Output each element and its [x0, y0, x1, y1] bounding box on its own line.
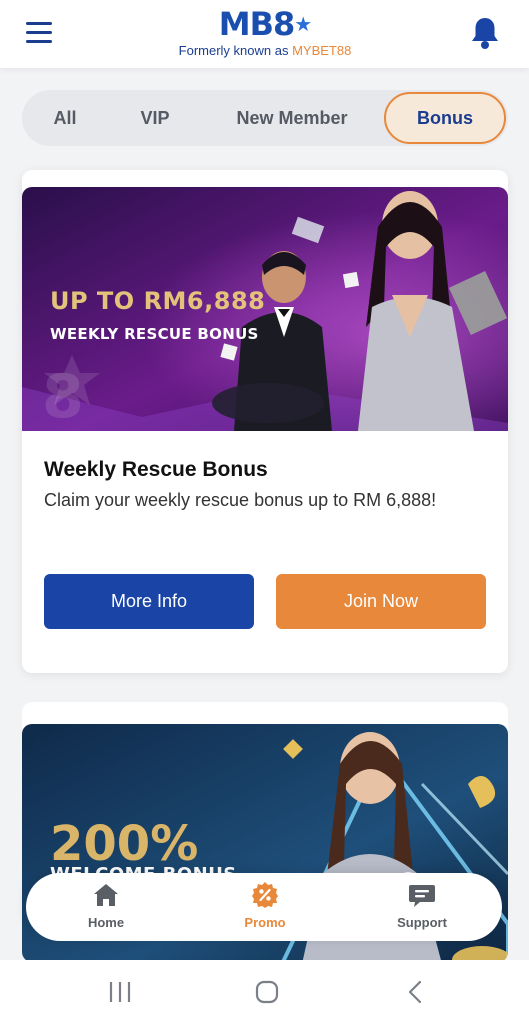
home-icon	[94, 884, 118, 906]
brand-tagline: Formerly known as MYBET88	[178, 43, 352, 58]
banner-subtitle: WEEKLY RESCUE BONUS	[50, 325, 259, 343]
promo-filter-tabs: All VIP New Member Bonus	[22, 90, 508, 146]
tab-all[interactable]: All	[40, 90, 90, 146]
tab-vip[interactable]: VIP	[122, 90, 188, 146]
promo-banner-image[interactable]: 8 UP TO RM6,888 WEEKLY RESCUE BONUS	[22, 187, 508, 431]
promo-percent-icon	[252, 882, 278, 908]
promo-title: Weekly Rescue Bonus	[44, 458, 268, 481]
back-icon[interactable]	[404, 978, 426, 1006]
app-header: MB8★ Formerly known as MYBET88	[0, 0, 529, 68]
tab-new-member[interactable]: New Member	[222, 90, 362, 146]
hamburger-menu-icon[interactable]	[26, 22, 52, 44]
brand-logo[interactable]: MB8★ Formerly known as MYBET88	[150, 6, 380, 58]
join-now-button[interactable]: Join Now	[276, 574, 486, 629]
bell-icon[interactable]	[470, 16, 500, 50]
system-home-icon[interactable]	[254, 978, 280, 1006]
promo-description: Claim your weekly rescue bonus up to RM …	[44, 490, 437, 510]
promo-card: 8 UP TO RM6,888 WEEKLY RESCUE BONUS Week…	[22, 170, 508, 673]
recent-apps-icon[interactable]	[108, 978, 132, 1006]
tab-bonus[interactable]: Bonus	[384, 92, 506, 144]
star-icon: ★	[294, 12, 312, 36]
more-info-button[interactable]: More Info	[44, 574, 254, 629]
system-navigation-bar	[0, 960, 529, 1024]
nav-home[interactable]: Home	[61, 881, 151, 930]
nav-support-label: Support	[397, 915, 447, 930]
nav-promo-label: Promo	[244, 915, 286, 930]
chat-support-icon	[409, 885, 435, 907]
brand-wordmark: MB8★	[218, 5, 312, 43]
banner-headline: UP TO RM6,888	[50, 287, 266, 315]
nav-home-label: Home	[87, 915, 125, 930]
nav-support[interactable]: Support	[377, 881, 467, 930]
nav-promo[interactable]: Promo	[220, 881, 310, 930]
bottom-navigation: Home Promo Support	[26, 873, 502, 941]
